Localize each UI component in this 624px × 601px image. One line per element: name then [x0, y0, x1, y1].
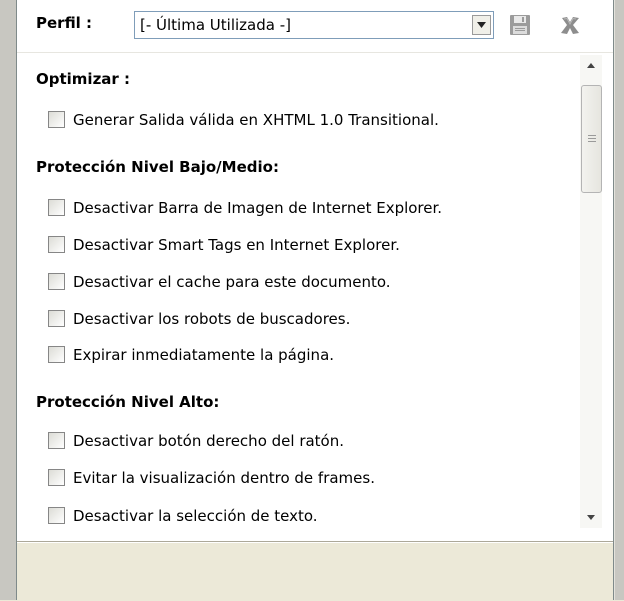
checkbox[interactable] — [48, 507, 65, 524]
checkbox[interactable] — [48, 310, 65, 327]
section-title-optimizar: Optimizar : — [36, 70, 131, 88]
floppy-disk-icon — [510, 15, 530, 35]
grip-line — [588, 135, 596, 136]
checkbox[interactable] — [48, 236, 65, 253]
chevron-up-icon — [587, 63, 595, 68]
option-label: Evitar la visualización dentro de frames… — [73, 469, 375, 487]
options-scroll-area[interactable]: Optimizar : Generar Salida válida en XHT… — [18, 55, 604, 528]
grip-line — [588, 141, 596, 142]
chevron-down-icon — [477, 22, 486, 28]
bottom-panel — [17, 541, 613, 601]
option-label: Desactivar el cache para este documento. — [73, 273, 391, 291]
save-profile-button[interactable] — [508, 12, 532, 38]
section-title-proteccion-bajo-medio: Protección Nivel Bajo/Medio: — [36, 158, 279, 176]
delete-x-icon — [561, 17, 579, 34]
profile-select[interactable]: [- Última Utilizada -] — [134, 11, 494, 39]
checkbox[interactable] — [48, 469, 65, 486]
toolbar-separator — [17, 52, 613, 53]
option-label: Desactivar botón derecho del ratón. — [73, 432, 345, 450]
option-label: Desactivar los robots de buscadores. — [73, 310, 351, 328]
scrollbar-thumb[interactable] — [581, 85, 602, 193]
checkbox[interactable] — [48, 273, 65, 290]
scroll-down-button[interactable] — [580, 506, 602, 528]
checkbox[interactable] — [48, 111, 65, 128]
checkbox[interactable] — [48, 346, 65, 363]
option-label: Expirar inmediatamente la página. — [73, 346, 335, 364]
checkbox[interactable] — [48, 199, 65, 216]
option-label: Desactivar Barra de Imagen de Internet E… — [73, 199, 443, 217]
chevron-down-icon — [587, 515, 595, 520]
left-window-edge — [0, 0, 17, 600]
grip-line — [588, 138, 596, 139]
option-label: Generar Salida válida en XHTML 1.0 Trans… — [73, 111, 439, 129]
checkbox[interactable] — [48, 432, 65, 449]
perfil-label: Perfil : — [36, 14, 93, 32]
right-window-edge — [613, 0, 624, 600]
profile-dropdown-button[interactable] — [472, 15, 491, 35]
profile-select-value: [- Última Utilizada -] — [140, 16, 291, 34]
profile-toolbar: Perfil : [- Última Utilizada -] — [17, 0, 613, 48]
option-label: Desactivar la selección de texto. — [73, 507, 318, 525]
option-label: Desactivar Smart Tags en Internet Explor… — [73, 236, 400, 254]
delete-profile-button[interactable] — [558, 12, 582, 38]
options-panel: Perfil : [- Última Utilizada -] Optimiza… — [17, 0, 613, 541]
vertical-scrollbar[interactable] — [580, 55, 602, 528]
section-title-proteccion-alto: Protección Nivel Alto: — [36, 393, 220, 411]
scroll-up-button[interactable] — [580, 55, 602, 77]
